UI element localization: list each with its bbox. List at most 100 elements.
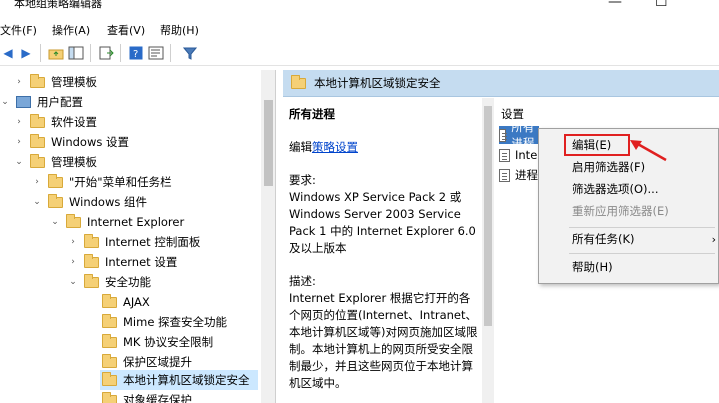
- toolbar: ◀ ▶ ?: [0, 40, 719, 66]
- list-item[interactable]: Inte: [499, 146, 537, 164]
- tree-item-label: Mime 探查安全功能: [123, 315, 228, 329]
- collapse-chevron-icon[interactable]: ⌄: [68, 277, 78, 287]
- tree-item-label: Internet Explorer: [87, 215, 185, 229]
- expand-chevron-icon[interactable]: ›: [32, 177, 42, 187]
- window-title: 本地组策略编辑器: [14, 0, 102, 10]
- tree-item[interactable]: ⌄ 用户配置: [0, 92, 261, 112]
- menu-item-filter-options[interactable]: 筛选器选项(O)...: [539, 179, 719, 199]
- folder-icon: [30, 113, 45, 128]
- folder-icon: [102, 391, 117, 403]
- menu-item-label: 所有任务(K): [572, 232, 635, 246]
- tree-item[interactable]: › Windows 设置: [0, 132, 261, 152]
- tree-item[interactable]: ⌄ 安全功能: [0, 272, 261, 292]
- export-list-icon[interactable]: [98, 45, 114, 61]
- edit-prefix: 编辑: [289, 140, 312, 154]
- menu-action[interactable]: 操作(A): [52, 22, 90, 38]
- folder-icon: [30, 133, 45, 148]
- computer-icon: [16, 96, 31, 108]
- tree-item[interactable]: AJAX: [0, 292, 261, 312]
- expand-chevron-icon[interactable]: ›: [14, 117, 24, 127]
- tree-item-label: Windows 设置: [51, 135, 129, 149]
- setting-name: 所有进程: [289, 107, 335, 121]
- edit-policy-line: 编辑策略设置: [289, 139, 479, 156]
- folder-icon: [102, 353, 117, 368]
- expand-chevron-icon[interactable]: ›: [68, 257, 78, 267]
- tree-item[interactable]: › 软件设置: [0, 112, 261, 132]
- toolbar-separator: [120, 44, 121, 62]
- collapse-chevron-icon[interactable]: ⌄: [0, 97, 10, 107]
- annotation-arrow-icon: [630, 140, 667, 162]
- list-item-label: Inte: [515, 148, 538, 162]
- tree-item[interactable]: › Internet 设置: [0, 252, 261, 272]
- tree-item-selected[interactable]: 本地计算机区域锁定安全: [100, 370, 258, 390]
- tree-item-label: Internet 控制面板: [105, 235, 201, 249]
- folder-icon: [48, 173, 63, 188]
- up-folder-icon[interactable]: [48, 45, 64, 61]
- tree-item[interactable]: ⌄ Internet Explorer: [0, 212, 261, 232]
- tree-item[interactable]: 对象缓存保护: [0, 390, 261, 403]
- menu-help[interactable]: 帮助(H): [160, 22, 199, 38]
- tree-item[interactable]: 保护区域提升: [0, 352, 261, 372]
- edit-policy-link[interactable]: 策略设置: [312, 140, 358, 154]
- tree-item-label: 用户配置: [37, 95, 83, 109]
- policy-setting-icon: [499, 128, 508, 142]
- folder-icon: [84, 273, 99, 288]
- tree-item[interactable]: ⌄ Windows 组件: [0, 192, 261, 212]
- list-item-selected[interactable]: 所有进程: [499, 120, 539, 150]
- folder-icon: [84, 233, 99, 248]
- help-icon[interactable]: ?: [128, 45, 144, 61]
- show-hide-tree-icon[interactable]: [68, 45, 84, 61]
- filter-icon[interactable]: [182, 45, 198, 61]
- tree-item-label: 安全功能: [105, 275, 151, 289]
- tree-item-label: AJAX: [123, 295, 150, 309]
- tree-item[interactable]: › 管理模板: [0, 72, 261, 92]
- expand-chevron-icon[interactable]: ›: [14, 77, 24, 87]
- expand-chevron-icon[interactable]: ›: [14, 137, 24, 147]
- menu-item-all-tasks[interactable]: 所有任务(K) ›: [539, 229, 719, 249]
- tree-item[interactable]: › Internet 控制面板: [0, 232, 261, 252]
- tree-item-label: Windows 组件: [69, 195, 147, 209]
- svg-text:?: ?: [133, 49, 138, 60]
- tree-item[interactable]: ⌄ 管理模板: [0, 152, 261, 172]
- requirements-text: 要求: Windows XP Service Pack 2 或 Windows …: [289, 173, 476, 255]
- collapse-chevron-icon[interactable]: ⌄: [14, 157, 24, 167]
- menu-separator: [569, 253, 715, 254]
- tree-item[interactable]: Mime 探查安全功能: [0, 312, 261, 332]
- tree-item[interactable]: MK 协议安全限制: [0, 332, 261, 352]
- menu-item-help[interactable]: 帮助(H): [539, 257, 719, 277]
- toolbar-separator: [170, 44, 171, 62]
- back-icon[interactable]: ◀: [0, 45, 16, 61]
- folder-icon: [30, 153, 45, 168]
- folder-icon: [84, 253, 99, 268]
- menu-view[interactable]: 查看(V): [107, 22, 145, 38]
- collapse-chevron-icon[interactable]: ⌄: [32, 197, 42, 207]
- highlight-box: [564, 134, 630, 156]
- policy-setting-icon: [499, 168, 510, 182]
- minimize-button[interactable]: —: [608, 0, 622, 10]
- folder-icon: [102, 313, 117, 328]
- folder-icon: [30, 73, 45, 88]
- forward-icon[interactable]: ▶: [18, 45, 34, 61]
- policy-setting-icon: [499, 148, 510, 162]
- maximize-button[interactable]: ☐: [655, 0, 668, 10]
- folder-icon: [48, 193, 63, 208]
- extended-description: 所有进程 编辑策略设置 要求: Windows XP Service Pack …: [289, 106, 479, 392]
- tree-scrollbar-thumb[interactable]: [264, 100, 273, 186]
- properties-icon[interactable]: [148, 45, 164, 61]
- description-scrollbar-thumb[interactable]: [484, 106, 492, 326]
- submenu-arrow-icon: ›: [711, 232, 716, 246]
- tree-item-label: 对象缓存保护: [123, 393, 192, 403]
- description-text: 描述: Internet Explorer 根据它打开的各个网页的位置(Inte…: [289, 274, 478, 390]
- folder-icon: [102, 293, 117, 308]
- list-item[interactable]: 进程: [499, 166, 538, 184]
- menu-separator: [569, 227, 715, 228]
- title-bar: 本地组策略编辑器 — ☐: [0, 0, 719, 12]
- menu-file[interactable]: 文件(F): [0, 22, 37, 38]
- collapse-chevron-icon[interactable]: ⌄: [50, 217, 60, 227]
- tree-item[interactable]: › "开始"菜单和任务栏: [0, 172, 261, 192]
- tree-item-label: 管理模板: [51, 155, 97, 169]
- expand-chevron-icon[interactable]: ›: [68, 237, 78, 247]
- tree-item-label: 本地计算机区域锁定安全: [123, 373, 250, 387]
- tree-item-label: MK 协议安全限制: [123, 335, 214, 349]
- toolbar-separator: [40, 44, 41, 62]
